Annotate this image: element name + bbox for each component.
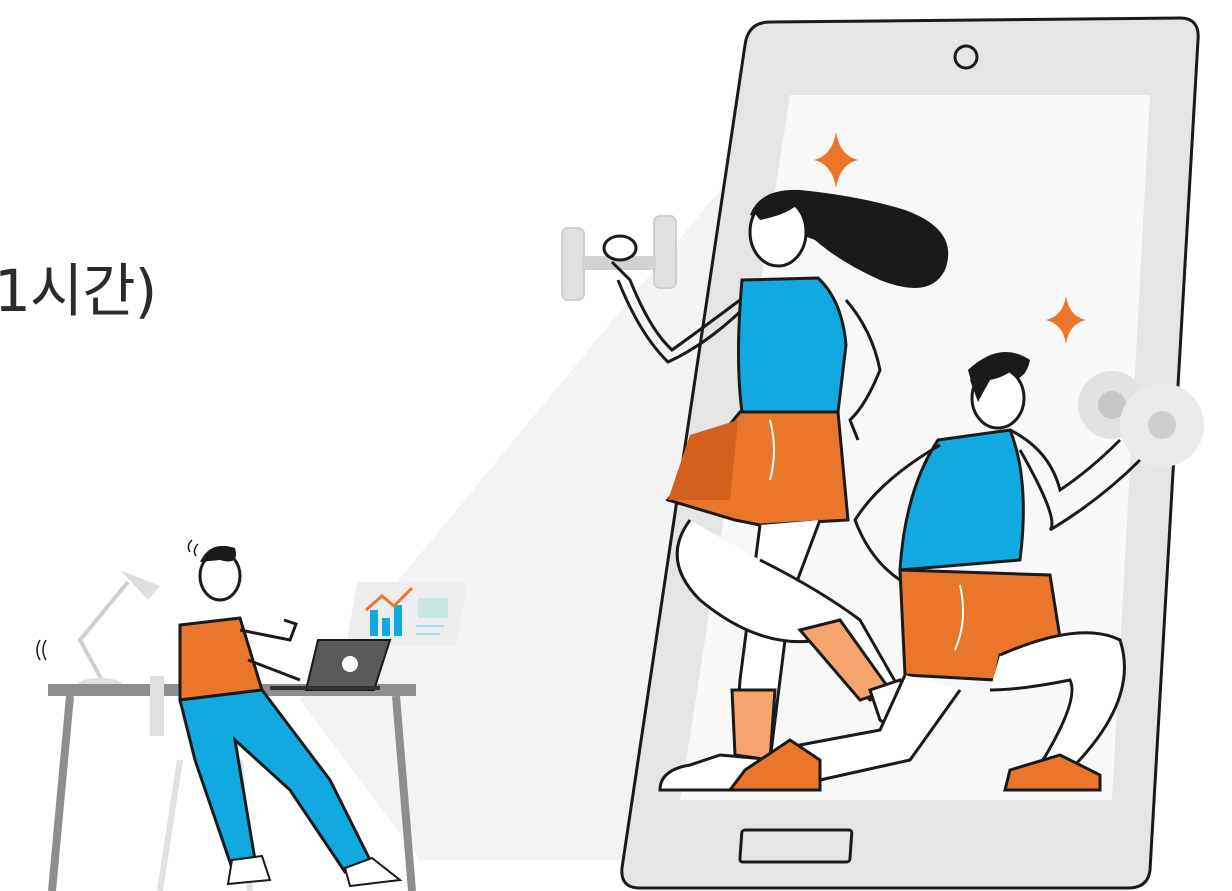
growth-chart-icon <box>346 582 468 646</box>
desk-lamp-icon <box>77 570 160 690</box>
fitness-illustration <box>36 16 1204 891</box>
promo-banner: 1시간) <box>0 0 1232 891</box>
laptop-icon <box>270 639 392 691</box>
